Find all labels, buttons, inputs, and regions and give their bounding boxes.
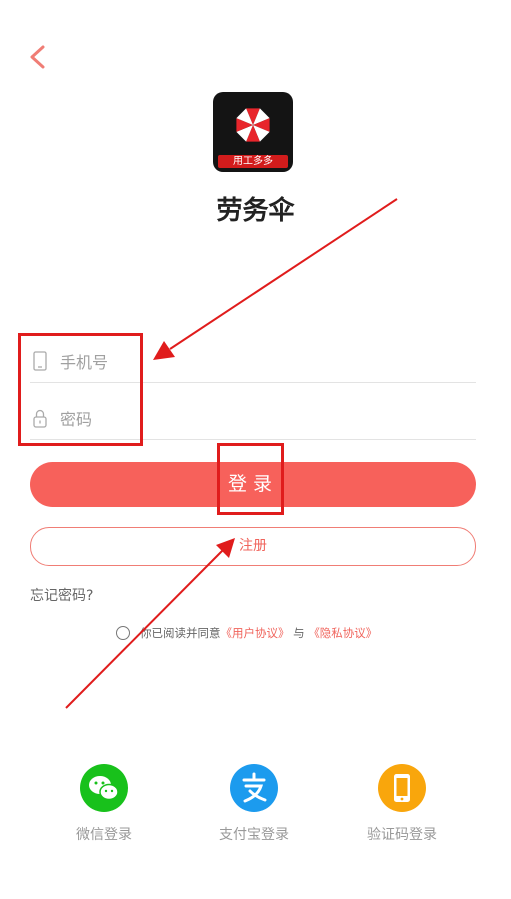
forgot-password-link[interactable]: 忘记密码?: [30, 585, 93, 605]
app-logo: 用工多多: [213, 92, 293, 172]
app-badge-text: 用工多多: [218, 155, 288, 168]
agreement-prefix: 你已阅读并同意: [140, 626, 221, 640]
privacy-agreement-link[interactable]: 《隐私协议》: [308, 626, 377, 640]
agreement-radio[interactable]: [116, 626, 130, 640]
wechat-login-button[interactable]: 微信登录: [34, 764, 174, 854]
user-agreement-link[interactable]: 《用户协议》: [221, 626, 290, 640]
phone-code-icon: [378, 764, 426, 812]
chevron-left-icon: [30, 45, 45, 69]
agreement-conjunction: 与: [293, 626, 305, 640]
alipay-login-label: 支付宝登录: [219, 827, 289, 843]
register-button[interactable]: 注册: [30, 527, 476, 566]
alipay-icon: [230, 764, 278, 812]
sms-code-login-label: 验证码登录: [367, 827, 437, 843]
agreement-row: 你已阅读并同意《用户协议》 与 《隐私协议》: [116, 625, 377, 643]
back-button[interactable]: [24, 42, 54, 72]
wechat-login-label: 微信登录: [76, 827, 132, 843]
annotation-box-inputs: [18, 333, 143, 446]
sms-code-login-button[interactable]: 验证码登录: [332, 764, 472, 854]
alipay-login-button[interactable]: 支付宝登录: [184, 764, 324, 854]
app-title: 劳务伞: [216, 196, 295, 226]
wechat-icon: [80, 764, 128, 812]
annotation-box-login: [217, 443, 284, 515]
